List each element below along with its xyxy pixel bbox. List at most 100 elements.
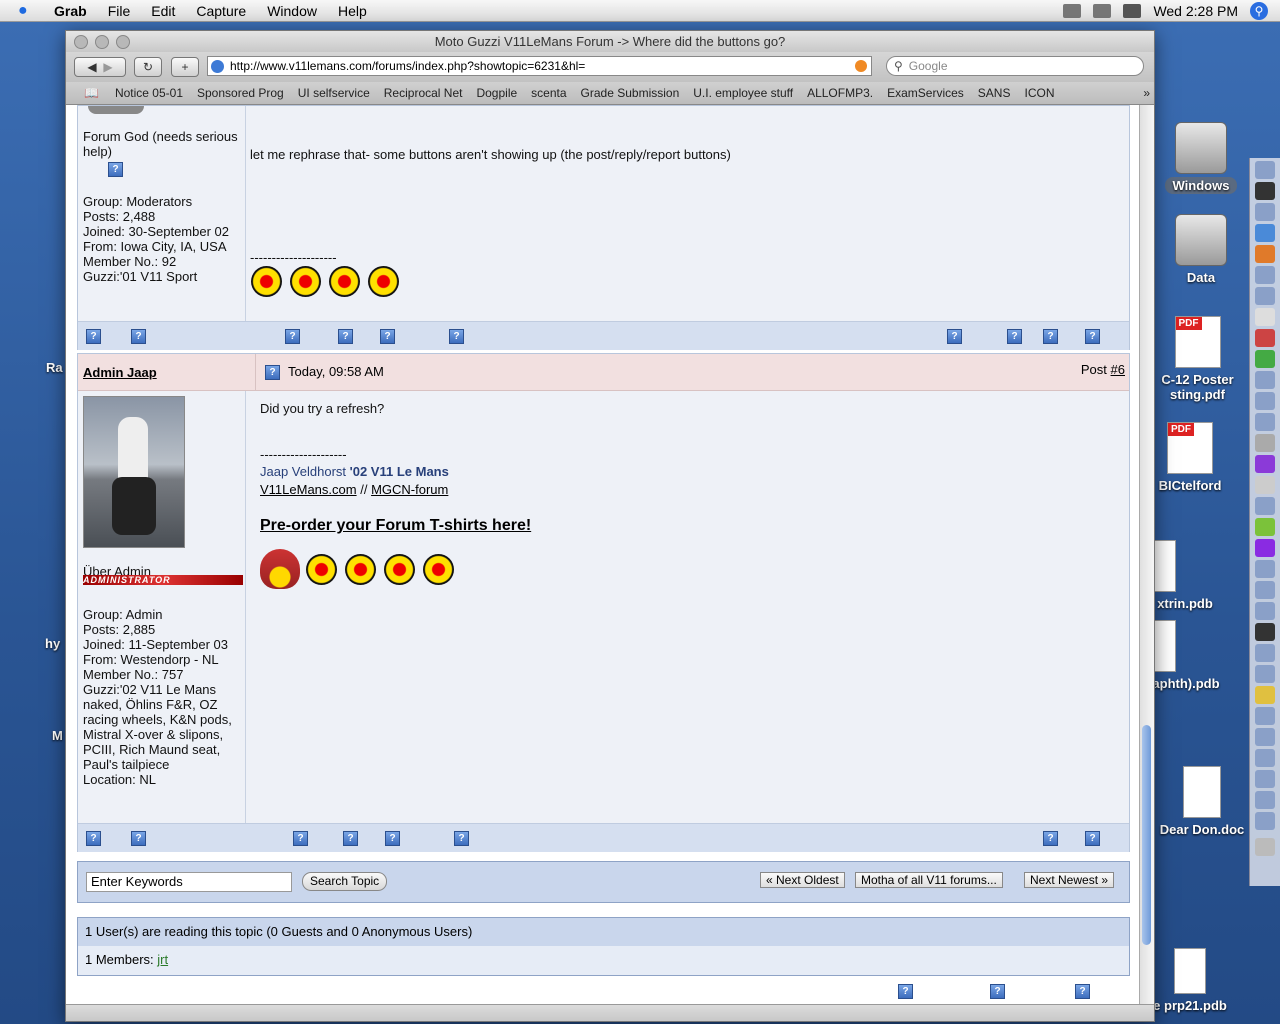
bookmark-item[interactable]: SANS xyxy=(978,86,1011,100)
desktop-icon-pdb-3[interactable]: e prp21.pdb xyxy=(1150,948,1230,1013)
bookmarks-book-icon[interactable]: 📖 xyxy=(84,86,99,100)
bookmark-item[interactable]: ExamServices xyxy=(887,86,964,100)
bookmark-item[interactable]: UI selfservice xyxy=(298,86,370,100)
preorder-tshirts-link[interactable]: Pre-order your Forum T-shirts here! xyxy=(260,517,531,535)
bookmark-item[interactable]: ALLOFMP3. xyxy=(807,86,873,100)
button-icon[interactable]: ? xyxy=(131,329,146,344)
dock-trash-icon[interactable] xyxy=(1255,838,1275,856)
dock-app-icon[interactable] xyxy=(1255,560,1275,578)
dock-app-icon[interactable] xyxy=(1255,686,1275,704)
menu-edit[interactable]: Edit xyxy=(151,3,175,19)
button-icon[interactable]: ? xyxy=(131,831,146,846)
menu-clock[interactable]: Wed 2:28 PM xyxy=(1153,3,1238,19)
post-author-link[interactable]: Admin Jaap xyxy=(83,365,157,380)
dock-app-icon[interactable] xyxy=(1255,476,1275,494)
desktop-icon-left-3[interactable]: M xyxy=(52,728,63,743)
dock-finder-icon[interactable] xyxy=(1255,161,1275,179)
dock-app-icon[interactable] xyxy=(1255,644,1275,662)
dock-app-icon[interactable] xyxy=(1255,413,1275,431)
footer-button-icon[interactable]: ? xyxy=(990,984,1005,999)
url-text[interactable]: http://www.v11lemans.com/forums/index.ph… xyxy=(230,59,585,73)
dock-app-icon[interactable] xyxy=(1255,371,1275,389)
dock-mail-icon[interactable] xyxy=(1255,203,1275,221)
dock-firefox-icon[interactable] xyxy=(1255,245,1275,263)
dock-app-icon[interactable] xyxy=(1255,581,1275,599)
desktop-icon-data[interactable]: Data xyxy=(1165,214,1237,285)
scrollbar-thumb[interactable] xyxy=(1142,725,1151,945)
desktop-icon-windows[interactable]: Windows xyxy=(1163,122,1239,194)
button-icon[interactable]: ? xyxy=(385,831,400,846)
next-oldest-button[interactable]: « Next Oldest xyxy=(760,872,845,888)
button-icon[interactable]: ? xyxy=(454,831,469,846)
member-link[interactable]: jrt xyxy=(157,952,168,967)
user-icon[interactable] xyxy=(1093,4,1112,18)
dock-textedit-icon[interactable] xyxy=(1255,308,1275,326)
button-icon[interactable]: ? xyxy=(1007,329,1022,344)
dock-dashboard-icon[interactable] xyxy=(1255,182,1275,200)
button-icon[interactable]: ? xyxy=(1085,329,1100,344)
desktop-icon-pdf-poster[interactable]: PDF C-12 Poster sting.pdf xyxy=(1150,316,1245,402)
keywords-input[interactable]: Enter Keywords xyxy=(86,872,292,892)
dock-ical-icon[interactable] xyxy=(1255,266,1275,284)
button-icon[interactable]: ? xyxy=(86,329,101,344)
volume-icon[interactable] xyxy=(1123,4,1142,18)
bookmark-item[interactable]: Dogpile xyxy=(476,86,517,100)
signature-link-mgcn[interactable]: MGCN-forum xyxy=(371,482,448,497)
bookmarks-overflow-icon[interactable]: » xyxy=(1143,86,1150,100)
dock-safari-icon[interactable] xyxy=(1255,224,1275,242)
address-bar[interactable]: http://www.v11lemans.com/forums/index.ph… xyxy=(207,56,872,76)
desktop-icon-pdf-telford[interactable]: PDF BICtelford xyxy=(1150,422,1230,493)
bookmark-item[interactable]: Grade Submission xyxy=(581,86,680,100)
dock-address-icon[interactable] xyxy=(1255,329,1275,347)
button-icon[interactable]: ? xyxy=(1043,831,1058,846)
button-icon[interactable]: ? xyxy=(86,831,101,846)
dock-app-icon[interactable] xyxy=(1255,392,1275,410)
button-icon[interactable]: ? xyxy=(285,329,300,344)
bookmark-item[interactable]: Notice 05-01 xyxy=(115,86,183,100)
next-newest-button[interactable]: Next Newest » xyxy=(1024,872,1115,888)
search-field[interactable]: ⚲ Google xyxy=(886,56,1144,76)
bookmark-item[interactable]: ICON xyxy=(1024,86,1054,100)
reload-button[interactable]: ↻ xyxy=(134,57,162,77)
button-icon[interactable]: ? xyxy=(293,831,308,846)
bookmark-item[interactable]: U.I. employee stuff xyxy=(693,86,793,100)
bookmark-item[interactable]: Sponsored Prog xyxy=(197,86,284,100)
bookmark-item[interactable]: scenta xyxy=(531,86,566,100)
button-icon[interactable]: ? xyxy=(1085,831,1100,846)
desktop-icon-pdb-2[interactable]: aphth).pdb xyxy=(1150,620,1222,691)
apple-menu-icon[interactable]: ● xyxy=(18,2,38,20)
close-window-button[interactable] xyxy=(74,35,88,49)
dock-app-icon[interactable] xyxy=(1255,623,1275,641)
window-titlebar[interactable]: Moto Guzzi V11LeMans Forum -> Where did … xyxy=(66,31,1154,52)
bookmark-item[interactable]: Reciprocal Net xyxy=(384,86,463,100)
button-icon[interactable]: ? xyxy=(338,329,353,344)
button-icon[interactable]: ? xyxy=(1043,329,1058,344)
vertical-scrollbar[interactable] xyxy=(1139,105,1154,1005)
back-arrow-icon[interactable]: ◀ xyxy=(87,60,96,74)
back-forward-buttons[interactable]: ◀ ▶ xyxy=(74,57,126,77)
desktop-icon-doc[interactable]: Dear Don.doc xyxy=(1158,766,1246,837)
button-icon[interactable]: ? xyxy=(380,329,395,344)
dock-app-icon[interactable] xyxy=(1255,518,1275,536)
desktop-icon-pdb-1[interactable]: xtrin.pdb xyxy=(1150,540,1220,611)
menu-capture[interactable]: Capture xyxy=(196,3,246,19)
dock-app-icon[interactable] xyxy=(1255,497,1275,515)
battery-icon[interactable] xyxy=(1063,4,1082,18)
add-bookmark-button[interactable]: + xyxy=(171,57,199,77)
menu-file[interactable]: File xyxy=(108,3,131,19)
menu-help[interactable]: Help xyxy=(338,3,367,19)
dock-app-icon[interactable] xyxy=(1255,665,1275,683)
dock-app-icon[interactable] xyxy=(1255,728,1275,746)
button-icon[interactable]: ? xyxy=(343,831,358,846)
post-number-link[interactable]: #6 xyxy=(1111,362,1125,377)
dock-app-icon[interactable] xyxy=(1255,749,1275,767)
search-topic-button[interactable]: Search Topic xyxy=(302,872,388,891)
dock-app-icon[interactable] xyxy=(1255,770,1275,788)
dock-app-icon[interactable] xyxy=(1255,812,1275,830)
menu-window[interactable]: Window xyxy=(267,3,317,19)
footer-button-icon[interactable]: ? xyxy=(898,984,913,999)
footer-button-icon[interactable]: ? xyxy=(1075,984,1090,999)
dock-app-icon[interactable] xyxy=(1255,434,1275,452)
desktop-icon-left-2[interactable]: hy xyxy=(45,636,60,651)
signature-link-v11lemans[interactable]: V11LeMans.com xyxy=(260,482,357,497)
